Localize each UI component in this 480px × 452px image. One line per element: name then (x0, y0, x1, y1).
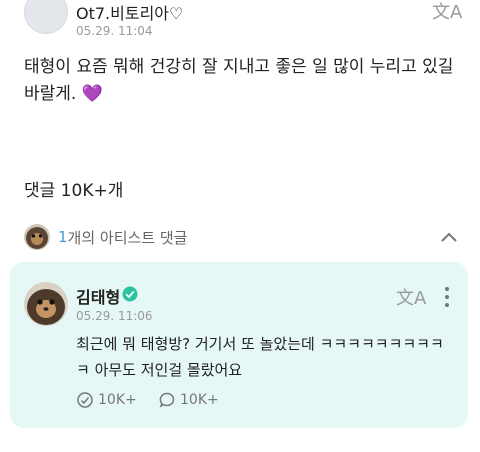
more-options-icon[interactable] (444, 287, 450, 307)
post-author-name[interactable]: Ot7.비토리아♡ (76, 0, 183, 24)
chevron-up-icon[interactable] (438, 226, 460, 248)
artist-mini-avatar (24, 224, 50, 250)
translate-icon[interactable]: 文A (432, 0, 462, 24)
verified-badge-icon (122, 286, 138, 302)
post-date: 05.29. 11:04 (76, 24, 153, 38)
reply-button[interactable]: 10K+ (158, 391, 219, 409)
artist-comment-date: 05.29. 11:06 (76, 309, 153, 323)
artist-comments-toggle[interactable]: 1 개의 아티스트 댓글 (24, 224, 187, 250)
artist-name[interactable]: 김태형 (76, 284, 120, 308)
artist-comment-count: 1 (58, 228, 68, 246)
reply-count: 10K+ (180, 392, 219, 408)
artist-comment-label: 개의 아티스트 댓글 (67, 228, 188, 247)
artist-comment-body: 최근에 뭐 태형방? 거기서 또 놀았는데 ㅋㅋㅋㅋㅋㅋㅋㅋㅋㅋ 아무도 저인걸… (76, 335, 444, 379)
like-button[interactable]: 10K+ (76, 391, 137, 409)
reply-bubble-icon (159, 392, 175, 408)
purple-heart-emoji: 💜 (81, 84, 103, 104)
post-author-avatar[interactable] (24, 0, 68, 34)
comments-count-title: 댓글 10K+개 (24, 181, 124, 201)
post-body: 태형이 요즘 뭐해 건강히 잘 지내고 좋은 일 많이 누리고 있길 바랄게. … (24, 54, 464, 108)
like-icon (77, 392, 93, 408)
artist-avatar[interactable] (24, 282, 68, 326)
comment-translate-icon[interactable]: 文A (396, 284, 426, 310)
like-count: 10K+ (98, 392, 137, 408)
